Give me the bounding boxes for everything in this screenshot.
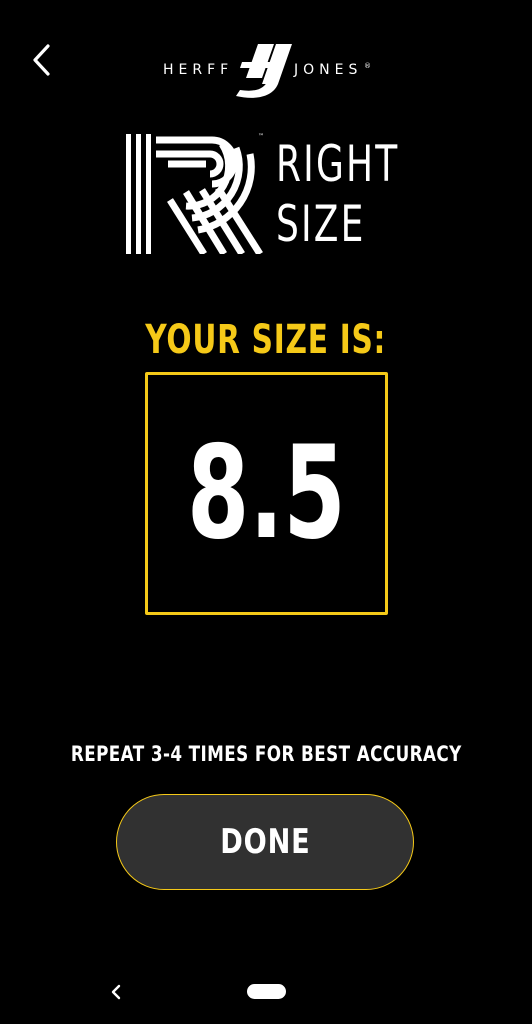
logo-word-size: SIZE bbox=[276, 195, 366, 253]
size-result-label-text: YOUR SIZE IS: bbox=[145, 317, 387, 363]
brand-name-right: JONES bbox=[294, 62, 363, 78]
size-result-label: YOUR SIZE IS: bbox=[0, 314, 532, 366]
registered-mark: ® bbox=[364, 62, 371, 70]
nav-home-pill[interactable] bbox=[247, 984, 286, 999]
trademark-mark: ™ bbox=[258, 133, 264, 140]
logo-word-right: RIGHT bbox=[276, 135, 400, 193]
nav-back-button[interactable] bbox=[106, 980, 126, 1004]
done-button-label: DONE bbox=[219, 822, 311, 862]
nav-back-icon bbox=[111, 984, 121, 1000]
right-size-logo-icon bbox=[126, 134, 263, 254]
hj-monogram-icon bbox=[236, 44, 292, 98]
accuracy-instruction-text: REPEAT 3-4 TIMES FOR BEST ACCURACY bbox=[70, 742, 462, 766]
size-value-text: 8.5 bbox=[187, 419, 346, 568]
done-button[interactable]: DONE bbox=[116, 794, 414, 890]
brand-name-left: HERFF bbox=[163, 62, 234, 78]
size-value: 8.5 bbox=[148, 375, 385, 612]
size-result-box: 8.5 bbox=[145, 372, 388, 615]
brand-header: HERFF JONES ® bbox=[0, 38, 532, 100]
accuracy-instruction: REPEAT 3-4 TIMES FOR BEST ACCURACY bbox=[0, 740, 532, 768]
